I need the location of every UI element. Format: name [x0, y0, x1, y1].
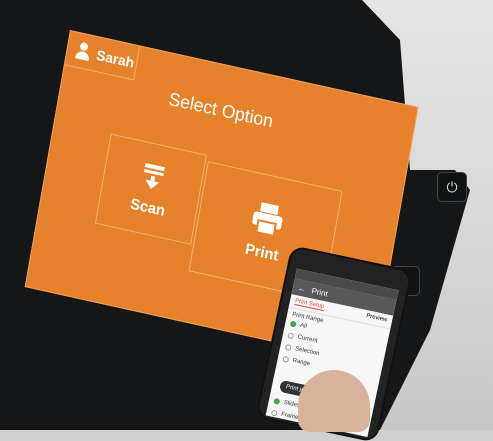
radio-icon: [287, 332, 295, 340]
radio-icon: [284, 344, 292, 352]
user-icon: [74, 40, 93, 61]
radio-icon: [282, 355, 290, 363]
print-label: Print: [243, 239, 280, 265]
option-current-label: Current: [296, 334, 318, 345]
power-button[interactable]: ⏻: [437, 172, 467, 202]
scan-icon: [144, 162, 165, 189]
tab-preview[interactable]: Preview: [365, 313, 388, 324]
finger: [298, 370, 370, 432]
option-all-label: All: [299, 322, 308, 330]
scan-option[interactable]: Scan: [94, 133, 207, 245]
radio-icon: [289, 320, 297, 328]
scan-label: Scan: [128, 194, 167, 220]
page-title: Select Option: [167, 88, 275, 132]
back-icon[interactable]: ←: [297, 283, 307, 293]
radio-icon: [273, 397, 281, 405]
phone-app-title: Print: [310, 285, 329, 299]
option-range-label: Range: [291, 357, 311, 368]
user-name: Sarah: [95, 46, 136, 71]
print-icon: [252, 201, 283, 237]
power-icon: ⏻: [446, 178, 458, 195]
radio-icon: [270, 409, 278, 417]
